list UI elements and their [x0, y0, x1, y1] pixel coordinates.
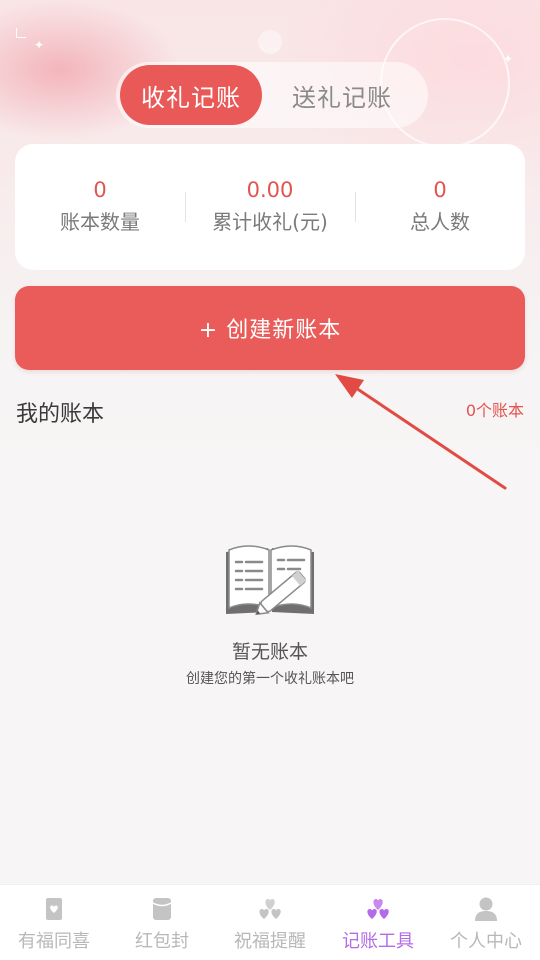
envelope-icon	[152, 898, 172, 920]
stat-total-received: 0.00 累计收礼(元)	[185, 144, 355, 270]
decorative-bubble	[258, 30, 282, 54]
nav-label: 个人中心	[450, 931, 522, 952]
empty-state-subtitle: 创建您的第一个收礼账本吧	[186, 671, 354, 687]
bottom-navigation: 有福同喜 红包封 祝福提醒 记账工具 个人中心	[0, 884, 540, 960]
stat-label: 总人数	[410, 210, 470, 234]
stat-value: 0	[433, 178, 447, 202]
stat-label: 账本数量	[60, 210, 140, 234]
person-icon	[475, 897, 497, 921]
create-ledger-button[interactable]: + 创建新账本	[15, 286, 525, 370]
nav-item-personal-center[interactable]: 个人中心	[432, 885, 540, 960]
status-corner-mark	[16, 28, 26, 38]
nav-item-accounting-tool[interactable]: 记账工具	[324, 885, 432, 960]
nav-label: 红包封	[135, 931, 189, 952]
ledger-count-badge: 0个账本	[465, 401, 524, 420]
nav-label: 祝福提醒	[234, 931, 306, 952]
hearts-icon	[259, 899, 281, 919]
hearts-icon	[367, 899, 389, 919]
notebook-pencil-icon	[226, 545, 314, 616]
nav-item-red-envelope[interactable]: 红包封	[108, 885, 216, 960]
nav-item-blessing-reminder[interactable]: 祝福提醒	[216, 885, 324, 960]
tab-receive-gift[interactable]: 收礼记账	[120, 65, 262, 125]
empty-state-title: 暂无账本	[231, 641, 308, 663]
stat-total-people: 0 总人数	[355, 144, 525, 270]
record-type-tabs: 收礼记账 送礼记账	[116, 62, 428, 128]
stat-value: 0.00	[246, 178, 294, 202]
sparkle-icon: ✦	[34, 38, 45, 52]
nav-label: 有福同喜	[18, 931, 90, 952]
stat-ledger-count: 0 账本数量	[15, 144, 185, 270]
nav-item-blessings-share[interactable]: 有福同喜	[0, 885, 108, 960]
stats-card: 0 账本数量 0.00 累计收礼(元) 0 总人数	[15, 144, 525, 270]
stat-value: 0	[93, 178, 107, 202]
nav-label: 记账工具	[342, 931, 414, 952]
card-heart-icon	[46, 898, 62, 920]
my-ledgers-title: 我的账本	[16, 402, 105, 427]
stat-label: 累计收礼(元)	[212, 210, 328, 234]
tab-send-gift[interactable]: 送礼记账	[262, 65, 422, 125]
